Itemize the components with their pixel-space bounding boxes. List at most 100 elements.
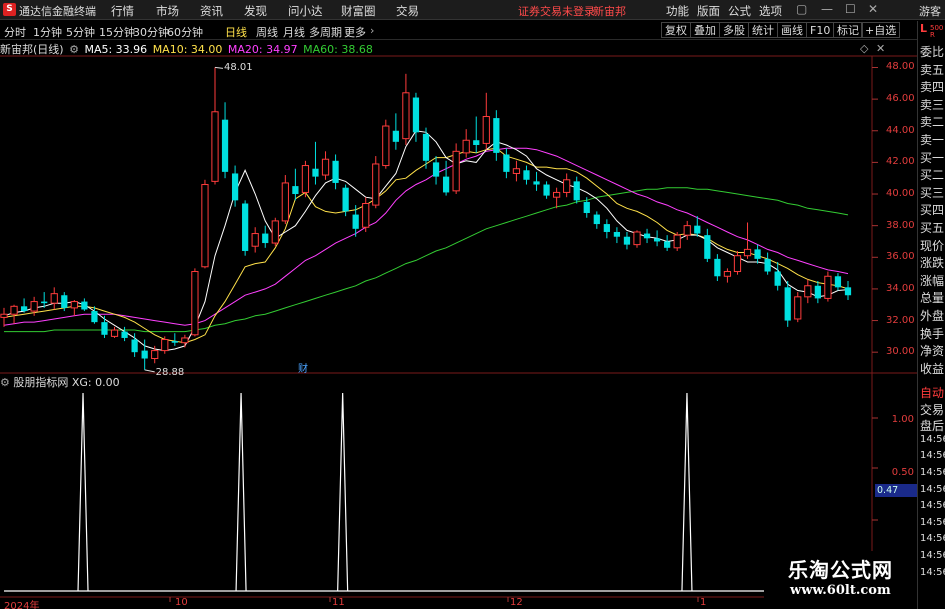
candle-body-49 bbox=[493, 118, 500, 153]
candle-body-1 bbox=[10, 305, 18, 315]
trade-row-5[interactable]: 14:56 bbox=[920, 467, 945, 478]
candle-body-70 bbox=[704, 235, 711, 259]
quote-side-panel: 委比 卖五 卖四 卖三 卖二 卖一 买一 买二 买三 买四 买五 现价 涨跌 涨幅 总量 外盘 换手 净资 收益自动… bbox=[917, 41, 945, 609]
quote-field-0[interactable]: 委比 bbox=[920, 43, 945, 60]
candle-body-15 bbox=[151, 350, 159, 360]
watermark-url: www.60lt.com bbox=[790, 583, 891, 598]
candle-body-80 bbox=[804, 285, 812, 298]
candle-body-34 bbox=[342, 187, 349, 212]
candle-body-79 bbox=[794, 296, 802, 320]
candle-body-51 bbox=[512, 168, 521, 174]
candle-body-59 bbox=[593, 214, 600, 225]
indicator-header: ⚙ 股朋指标网 XG: 0.00 bbox=[0, 374, 120, 389]
candle-body-26 bbox=[262, 233, 269, 244]
trade-row-1[interactable]: 交易 bbox=[920, 401, 945, 418]
candle-body-69 bbox=[694, 225, 701, 234]
date-label-2: 11 bbox=[332, 597, 345, 608]
candle-body-10 bbox=[101, 322, 108, 335]
quote-field-10[interactable]: 买五 bbox=[920, 219, 945, 236]
trade-row-6[interactable]: 14:56 bbox=[920, 484, 945, 495]
quote-field-8[interactable]: 买三 bbox=[920, 184, 945, 201]
candle-body-37 bbox=[372, 163, 380, 206]
candle-body-31 bbox=[312, 168, 319, 177]
quote-field-15[interactable]: 外盘 bbox=[920, 307, 945, 324]
quote-field-11[interactable]: 现价 bbox=[920, 237, 945, 254]
candle-body-28 bbox=[281, 182, 289, 222]
date-label-1: 10 bbox=[175, 597, 188, 608]
watermark-title: 乐淘公式网 bbox=[788, 558, 893, 582]
quote-field-1[interactable]: 卖五 bbox=[920, 61, 945, 78]
indicator-plot bbox=[4, 392, 845, 592]
candle-body-77 bbox=[774, 271, 781, 286]
xg-signal-spike-3 bbox=[681, 392, 693, 592]
candle-body-13 bbox=[131, 339, 138, 353]
price-tick-8: 32.00 bbox=[886, 314, 915, 326]
candle-body-4 bbox=[41, 301, 48, 304]
candle-body-62 bbox=[623, 236, 631, 245]
candle-body-75 bbox=[754, 249, 761, 259]
candle-body-6 bbox=[61, 295, 68, 308]
trade-row-4[interactable]: 14:56 bbox=[920, 450, 945, 461]
trade-row-8[interactable]: 14:56 bbox=[920, 517, 945, 528]
quote-field-14[interactable]: 总量 bbox=[920, 289, 945, 306]
candle-body-0 bbox=[0, 313, 8, 318]
candlestick-chart[interactable] bbox=[0, 0, 945, 609]
candle-body-40 bbox=[402, 92, 410, 140]
quote-field-5[interactable]: 卖一 bbox=[920, 131, 945, 148]
quote-field-6[interactable]: 买一 bbox=[920, 149, 945, 166]
candle-body-25 bbox=[251, 233, 259, 247]
price-tick-1: 46.00 bbox=[886, 93, 915, 105]
candle-body-57 bbox=[573, 181, 580, 201]
indicator-gear-icon[interactable]: ⚙ bbox=[0, 376, 10, 389]
candle-body-17 bbox=[171, 341, 178, 343]
high-price-marker: 48.01 bbox=[224, 62, 253, 74]
quote-field-18[interactable]: 收益 bbox=[920, 360, 945, 377]
trade-row-9[interactable]: 14:56 bbox=[920, 533, 945, 544]
quote-field-9[interactable]: 买四 bbox=[920, 201, 945, 218]
quote-field-12[interactable]: 涨跌 bbox=[920, 254, 945, 271]
quote-field-4[interactable]: 卖二 bbox=[920, 113, 945, 130]
candle-body-47 bbox=[473, 140, 480, 145]
trade-row-3[interactable]: 14:56 bbox=[920, 434, 945, 445]
candle-body-58 bbox=[583, 201, 590, 213]
trade-row-7[interactable]: 14:56 bbox=[920, 500, 945, 511]
stock-terminal-window: S 通达信金融终端 行情 市场 资讯 发现 问小达 财富圈 交易 证券交易未登录… bbox=[0, 0, 945, 609]
candle-body-53 bbox=[533, 181, 540, 185]
trade-row-2[interactable]: 盘后 bbox=[920, 417, 945, 434]
quote-field-3[interactable]: 卖三 bbox=[920, 96, 945, 113]
quote-field-7[interactable]: 买二 bbox=[920, 166, 945, 183]
candle-body-24 bbox=[242, 203, 249, 251]
ma60-line bbox=[4, 187, 849, 333]
candle-body-65 bbox=[653, 238, 661, 242]
trade-row-10[interactable]: 14:56 bbox=[920, 550, 945, 561]
candle-body-84 bbox=[844, 287, 852, 296]
candle-body-11 bbox=[110, 329, 119, 337]
candle-body-46 bbox=[462, 139, 470, 154]
candle-body-39 bbox=[392, 130, 399, 142]
price-tick-7: 34.00 bbox=[886, 282, 915, 294]
price-tick-9: 30.00 bbox=[886, 346, 915, 358]
candle-body-36 bbox=[362, 203, 370, 228]
ma10-polyline bbox=[3, 147, 849, 344]
candle-body-54 bbox=[543, 184, 550, 196]
trade-row-0[interactable]: 自动 bbox=[920, 384, 945, 401]
price-tick-2: 44.00 bbox=[886, 124, 915, 136]
quote-field-17[interactable]: 净资 bbox=[920, 342, 945, 359]
low-price-marker: 28.88 bbox=[155, 366, 185, 378]
finance-event-marker[interactable]: 财 bbox=[298, 360, 308, 375]
candles-group bbox=[0, 66, 852, 373]
candle-body-60 bbox=[603, 224, 610, 232]
quote-field-2[interactable]: 卖四 bbox=[920, 78, 945, 95]
quote-field-13[interactable]: 涨幅 bbox=[920, 272, 945, 289]
candle-body-18 bbox=[181, 337, 189, 344]
quote-field-16[interactable]: 换手 bbox=[920, 325, 945, 342]
trade-row-11[interactable]: 14:56 bbox=[920, 567, 945, 578]
candle-body-76 bbox=[764, 258, 771, 272]
indicator-title[interactable]: 股朋指标网 bbox=[13, 376, 68, 389]
candle-body-8 bbox=[81, 301, 88, 310]
candle-body-45 bbox=[452, 150, 460, 192]
candle-body-29 bbox=[292, 186, 299, 195]
indicator-tick-1: 0.50 bbox=[891, 467, 914, 478]
xg-signal-spike-2 bbox=[337, 392, 349, 592]
candle-body-56 bbox=[563, 179, 571, 193]
